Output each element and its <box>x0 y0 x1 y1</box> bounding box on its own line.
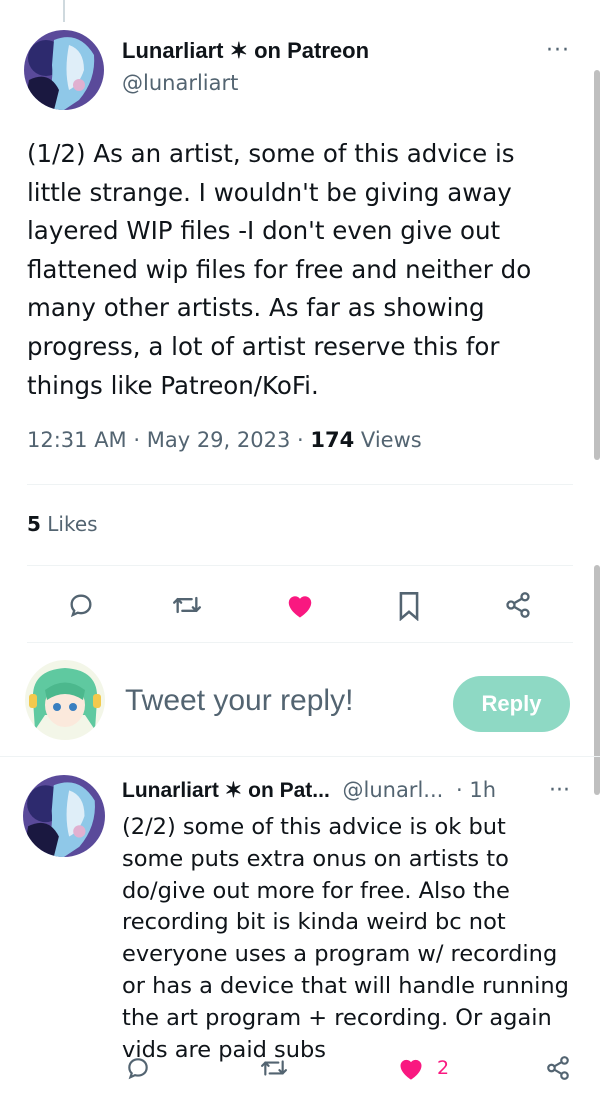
views-label: Views <box>360 428 422 452</box>
tweet-date[interactable]: May 29, 2023 <box>147 428 291 452</box>
like-count: 2 <box>437 1057 450 1079</box>
share-icon[interactable] <box>544 1054 572 1082</box>
reply-author-handle[interactable]: @lunarl... <box>342 778 443 802</box>
scrollbar[interactable] <box>594 70 600 460</box>
reply-input[interactable]: Tweet your reply! <box>125 684 353 718</box>
divider <box>27 642 573 643</box>
reply-author-name[interactable]: Lunarliart ✶ on Pat... <box>122 779 330 802</box>
like-icon[interactable] <box>284 590 316 620</box>
tweet-time[interactable]: 12:31 AM <box>27 428 127 452</box>
reply-button[interactable]: Reply <box>453 676 570 732</box>
views-count: 174 <box>310 428 355 452</box>
reply-icon[interactable] <box>66 590 96 620</box>
author-handle[interactable]: @lunarliart <box>122 71 238 95</box>
more-options-icon[interactable]: ··· <box>546 38 570 63</box>
divider <box>27 565 573 566</box>
reply-author-avatar[interactable] <box>23 775 105 857</box>
likes-link[interactable]: 5 Likes <box>27 512 98 536</box>
share-icon[interactable] <box>503 590 533 620</box>
reply-header: Lunarliart ✶ on Pat... @lunarl... · 1h <box>122 778 496 803</box>
thread-connector-line <box>63 0 65 22</box>
divider <box>27 484 573 485</box>
reply-age[interactable]: · 1h <box>456 778 496 802</box>
retweet-icon[interactable] <box>258 1054 290 1082</box>
author-avatar[interactable] <box>24 30 104 110</box>
more-options-icon[interactable]: ··· <box>549 778 570 803</box>
divider <box>0 756 600 757</box>
like-icon[interactable] <box>396 1054 426 1082</box>
likes-label: Likes <box>47 512 98 536</box>
bookmark-icon[interactable] <box>396 590 422 622</box>
reply-text: (2/2) some of this advice is ok but some… <box>122 814 569 1063</box>
user-avatar[interactable] <box>25 660 105 740</box>
author-display-name[interactable]: Lunarliart ✶ on Patreon <box>122 38 369 64</box>
retweet-icon[interactable] <box>170 590 204 620</box>
scrollbar[interactable] <box>594 565 600 795</box>
likes-count: 5 <box>27 512 41 536</box>
tweet-metadata: 12:31 AM · May 29, 2023 · 174 Views <box>27 428 422 452</box>
tweet-text: (1/2) As an artist, some of this advice … <box>27 139 532 400</box>
reply-icon[interactable] <box>124 1054 152 1082</box>
